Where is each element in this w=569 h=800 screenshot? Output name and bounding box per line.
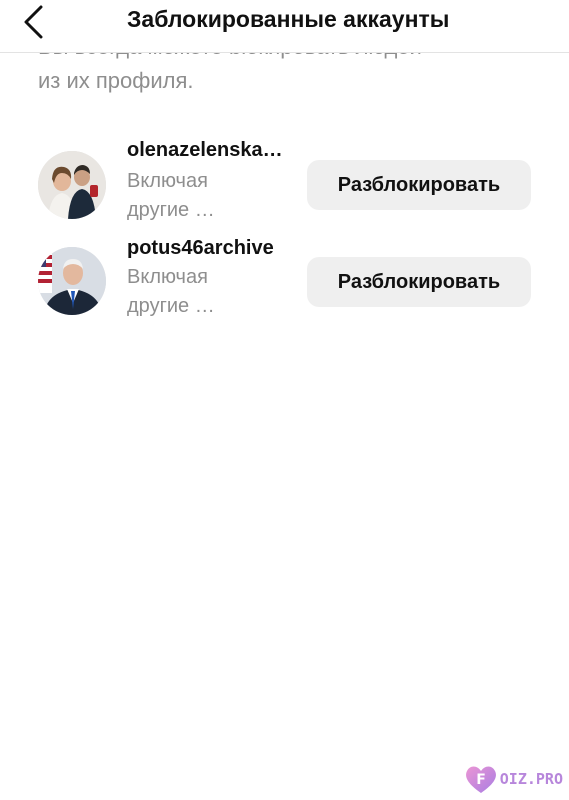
subtitle-line-2: другие …: [127, 295, 215, 317]
heart-logo: F: [465, 766, 496, 793]
subtitle-line-2: другие …: [127, 199, 215, 221]
back-button[interactable]: [22, 2, 68, 42]
avatar[interactable]: [38, 151, 106, 219]
watermark-text: OIZ.PRO: [499, 770, 563, 788]
subtitle-line-1: Включая: [127, 266, 208, 288]
page-title: Заблокированные аккаунты: [127, 6, 450, 32]
svg-text:F: F: [476, 772, 486, 788]
watermark: F OIZ.PRO: [464, 764, 563, 794]
unblock-button[interactable]: Разблокировать: [307, 160, 531, 210]
username[interactable]: olenazelenska…: [127, 138, 297, 162]
username[interactable]: potus46archive: [127, 236, 297, 260]
intro-text-line-2: из их профиля.: [38, 68, 194, 93]
account-info: olenazelenska… Включая другие …: [127, 138, 297, 225]
avatar[interactable]: [38, 247, 106, 315]
blocked-account-row: olenazelenska… Включая другие … Разблоки…: [0, 134, 569, 224]
blocked-account-row: potus46archive Включая другие … Разблоки…: [0, 231, 569, 321]
chevron-left-icon: [24, 5, 43, 39]
subtitle-line-1: Включая: [127, 170, 208, 192]
unblock-button[interactable]: Разблокировать: [307, 257, 531, 307]
header-bar: Заблокированные аккаунты: [0, 0, 569, 53]
account-info: potus46archive Включая другие …: [127, 236, 297, 321]
